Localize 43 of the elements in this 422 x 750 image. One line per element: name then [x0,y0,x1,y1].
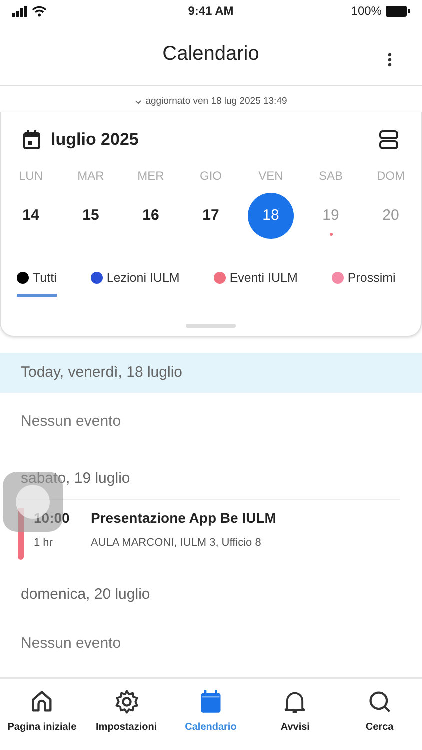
battery-icon [386,6,410,16]
month-title: luglio 2025 [51,129,139,152]
filter-tab[interactable]: Prossimi [332,269,396,297]
day-button[interactable]: 18 [248,193,294,239]
screen-title: Calendario [162,42,260,66]
day-header: domenica, 20 luglio [20,584,152,605]
empty-message: Nessun evento [20,412,122,432]
search-icon [366,689,393,715]
more-icon[interactable] [388,53,392,67]
nav-tab[interactable]: Cerca [338,689,422,750]
day-button[interactable]: 16 [128,193,174,239]
event-location: AULA MARCONI, IULM 3, Ufficio 8 [91,536,262,551]
signal-icon [12,6,28,16]
filter-tab[interactable]: Tutti [17,269,57,297]
nav-tab[interactable]: Impostazioni [84,689,169,750]
updated-text: aggiornato ven 18 lug 2025 13:49 [146,94,288,109]
day-button[interactable]: 14 [8,193,54,239]
today-header: Today, venerdì, 18 luglio [0,353,422,393]
weekday-label: VEN [258,168,284,185]
chevron-icon[interactable] [134,100,142,104]
filter-tab[interactable]: Eventi IULM [214,269,298,297]
filter-tab[interactable]: Lezioni IULM [90,269,180,297]
weekday-label: MAR [78,168,104,185]
nav-tab[interactable]: Calendario [168,689,254,750]
weekday-label: SAB [318,168,343,185]
event-title: Presentazione App Be IULM [91,509,276,528]
drag-handle[interactable] [186,324,236,328]
wifi-icon [32,6,47,16]
day-button[interactable]: 17 [188,193,234,239]
day-button[interactable]: 15 [68,193,114,239]
weekday-label: MER [138,168,164,185]
settings-icon [114,689,140,715]
view-toggle-icon[interactable] [379,130,399,150]
calendar-icon [23,130,41,150]
event-duration: 1 hr [34,536,54,551]
empty-message: Nessun evento [20,634,122,654]
nav-tab[interactable]: Pagina iniziale [0,689,84,750]
status-time: 9:41 AM [188,3,234,20]
weekday-label: LUN [18,168,43,185]
nav-tab[interactable]: Avvisi [253,689,338,750]
battery-percent: 100% [351,3,382,20]
weekday-label: GIO [200,168,222,185]
weekday-label: DOM [377,168,405,185]
